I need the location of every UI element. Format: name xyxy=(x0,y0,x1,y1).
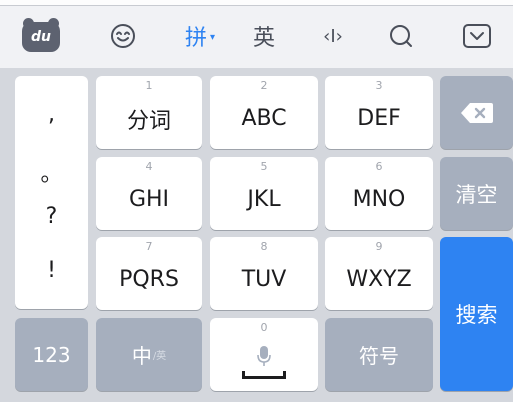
search-key[interactable]: 搜索 xyxy=(440,237,513,391)
key-number: 0 xyxy=(260,321,268,334)
key-number: 6 xyxy=(375,160,383,173)
key-label: PQRS xyxy=(119,267,179,292)
hide-keyboard-button[interactable] xyxy=(458,18,496,54)
symbols-key[interactable]: 符号 xyxy=(325,318,433,391)
english-small-label: /英 xyxy=(152,351,167,362)
key-label: TUV xyxy=(241,267,287,292)
key-4-ghi[interactable]: 4 GHI xyxy=(96,157,202,230)
chevron-down-icon: ▾ xyxy=(209,31,216,43)
key-label: WXYZ xyxy=(346,267,412,292)
key-number: 8 xyxy=(260,240,268,253)
language-switch-key[interactable]: 中 /英 xyxy=(96,318,202,391)
delete-key[interactable] xyxy=(440,76,513,149)
microphone-icon xyxy=(257,345,271,366)
key-label: ABC xyxy=(241,106,287,131)
clear-key[interactable]: 清空 xyxy=(440,157,513,230)
key-label: JKL xyxy=(247,187,281,212)
comma-key[interactable]: , xyxy=(15,102,88,127)
key-7-pqrs[interactable]: 7 PQRS xyxy=(96,237,202,310)
search-icon xyxy=(390,25,412,47)
question-key[interactable]: ? xyxy=(15,204,88,229)
cursor-move-button[interactable]: ‹I› xyxy=(313,18,353,54)
backspace-icon xyxy=(460,102,493,123)
key-5-jkl[interactable]: 5 JKL xyxy=(210,157,318,230)
key-number: 1 xyxy=(145,79,153,92)
key-number: 5 xyxy=(260,160,268,173)
key-3-def[interactable]: 3 DEF xyxy=(325,76,433,149)
punctuation-column[interactable]: , 。 ? ! xyxy=(15,76,88,309)
english-mode-button[interactable]: 英 xyxy=(246,18,282,54)
keyboard-hide-icon xyxy=(463,24,491,48)
key-6-mno[interactable]: 6 MNO xyxy=(325,157,433,230)
key-label: MNO xyxy=(352,187,406,212)
space-voice-key[interactable]: 0 xyxy=(210,318,318,391)
exclamation-key[interactable]: ! xyxy=(15,258,88,283)
key-number: 9 xyxy=(375,240,383,253)
input-field-edge xyxy=(0,0,513,6)
period-key[interactable]: 。 xyxy=(15,156,88,188)
symbols-label: 符号 xyxy=(359,344,399,368)
key-2-abc[interactable]: 2 ABC xyxy=(210,76,318,149)
key-number: 7 xyxy=(145,240,153,253)
english-label: 英 xyxy=(252,26,275,51)
emoji-button[interactable] xyxy=(105,18,141,54)
cursor-icon: ‹I› xyxy=(323,25,343,47)
candidate-toolbar: du 拼 ▾ 英 ‹I› xyxy=(0,0,513,68)
clear-label: 清空 xyxy=(455,182,498,207)
search-button[interactable] xyxy=(383,18,419,54)
key-label: 分词 xyxy=(126,108,171,134)
smiley-face-icon xyxy=(111,24,135,48)
pinyin-label: 拼 xyxy=(184,26,207,51)
key-number: 2 xyxy=(260,79,268,92)
numbers-label: 123 xyxy=(32,342,71,367)
key-1-fenci[interactable]: 1 分词 xyxy=(96,76,202,149)
pinyin-mode-button[interactable]: 拼 ▾ xyxy=(172,18,228,54)
chinese-label: 中 xyxy=(131,344,152,368)
du-logo-button[interactable]: du xyxy=(22,18,60,52)
key-number: 4 xyxy=(145,160,153,173)
space-bar-icon xyxy=(242,370,286,379)
key-8-tuv[interactable]: 8 TUV xyxy=(210,237,318,310)
key-label: DEF xyxy=(357,106,401,131)
search-label: 搜索 xyxy=(455,303,498,327)
du-logo-text: du xyxy=(31,29,51,45)
key-label: GHI xyxy=(128,187,170,212)
numbers-key[interactable]: 123 xyxy=(15,318,88,391)
key-number: 3 xyxy=(375,79,383,92)
key-9-wxyz[interactable]: 9 WXYZ xyxy=(325,237,433,310)
